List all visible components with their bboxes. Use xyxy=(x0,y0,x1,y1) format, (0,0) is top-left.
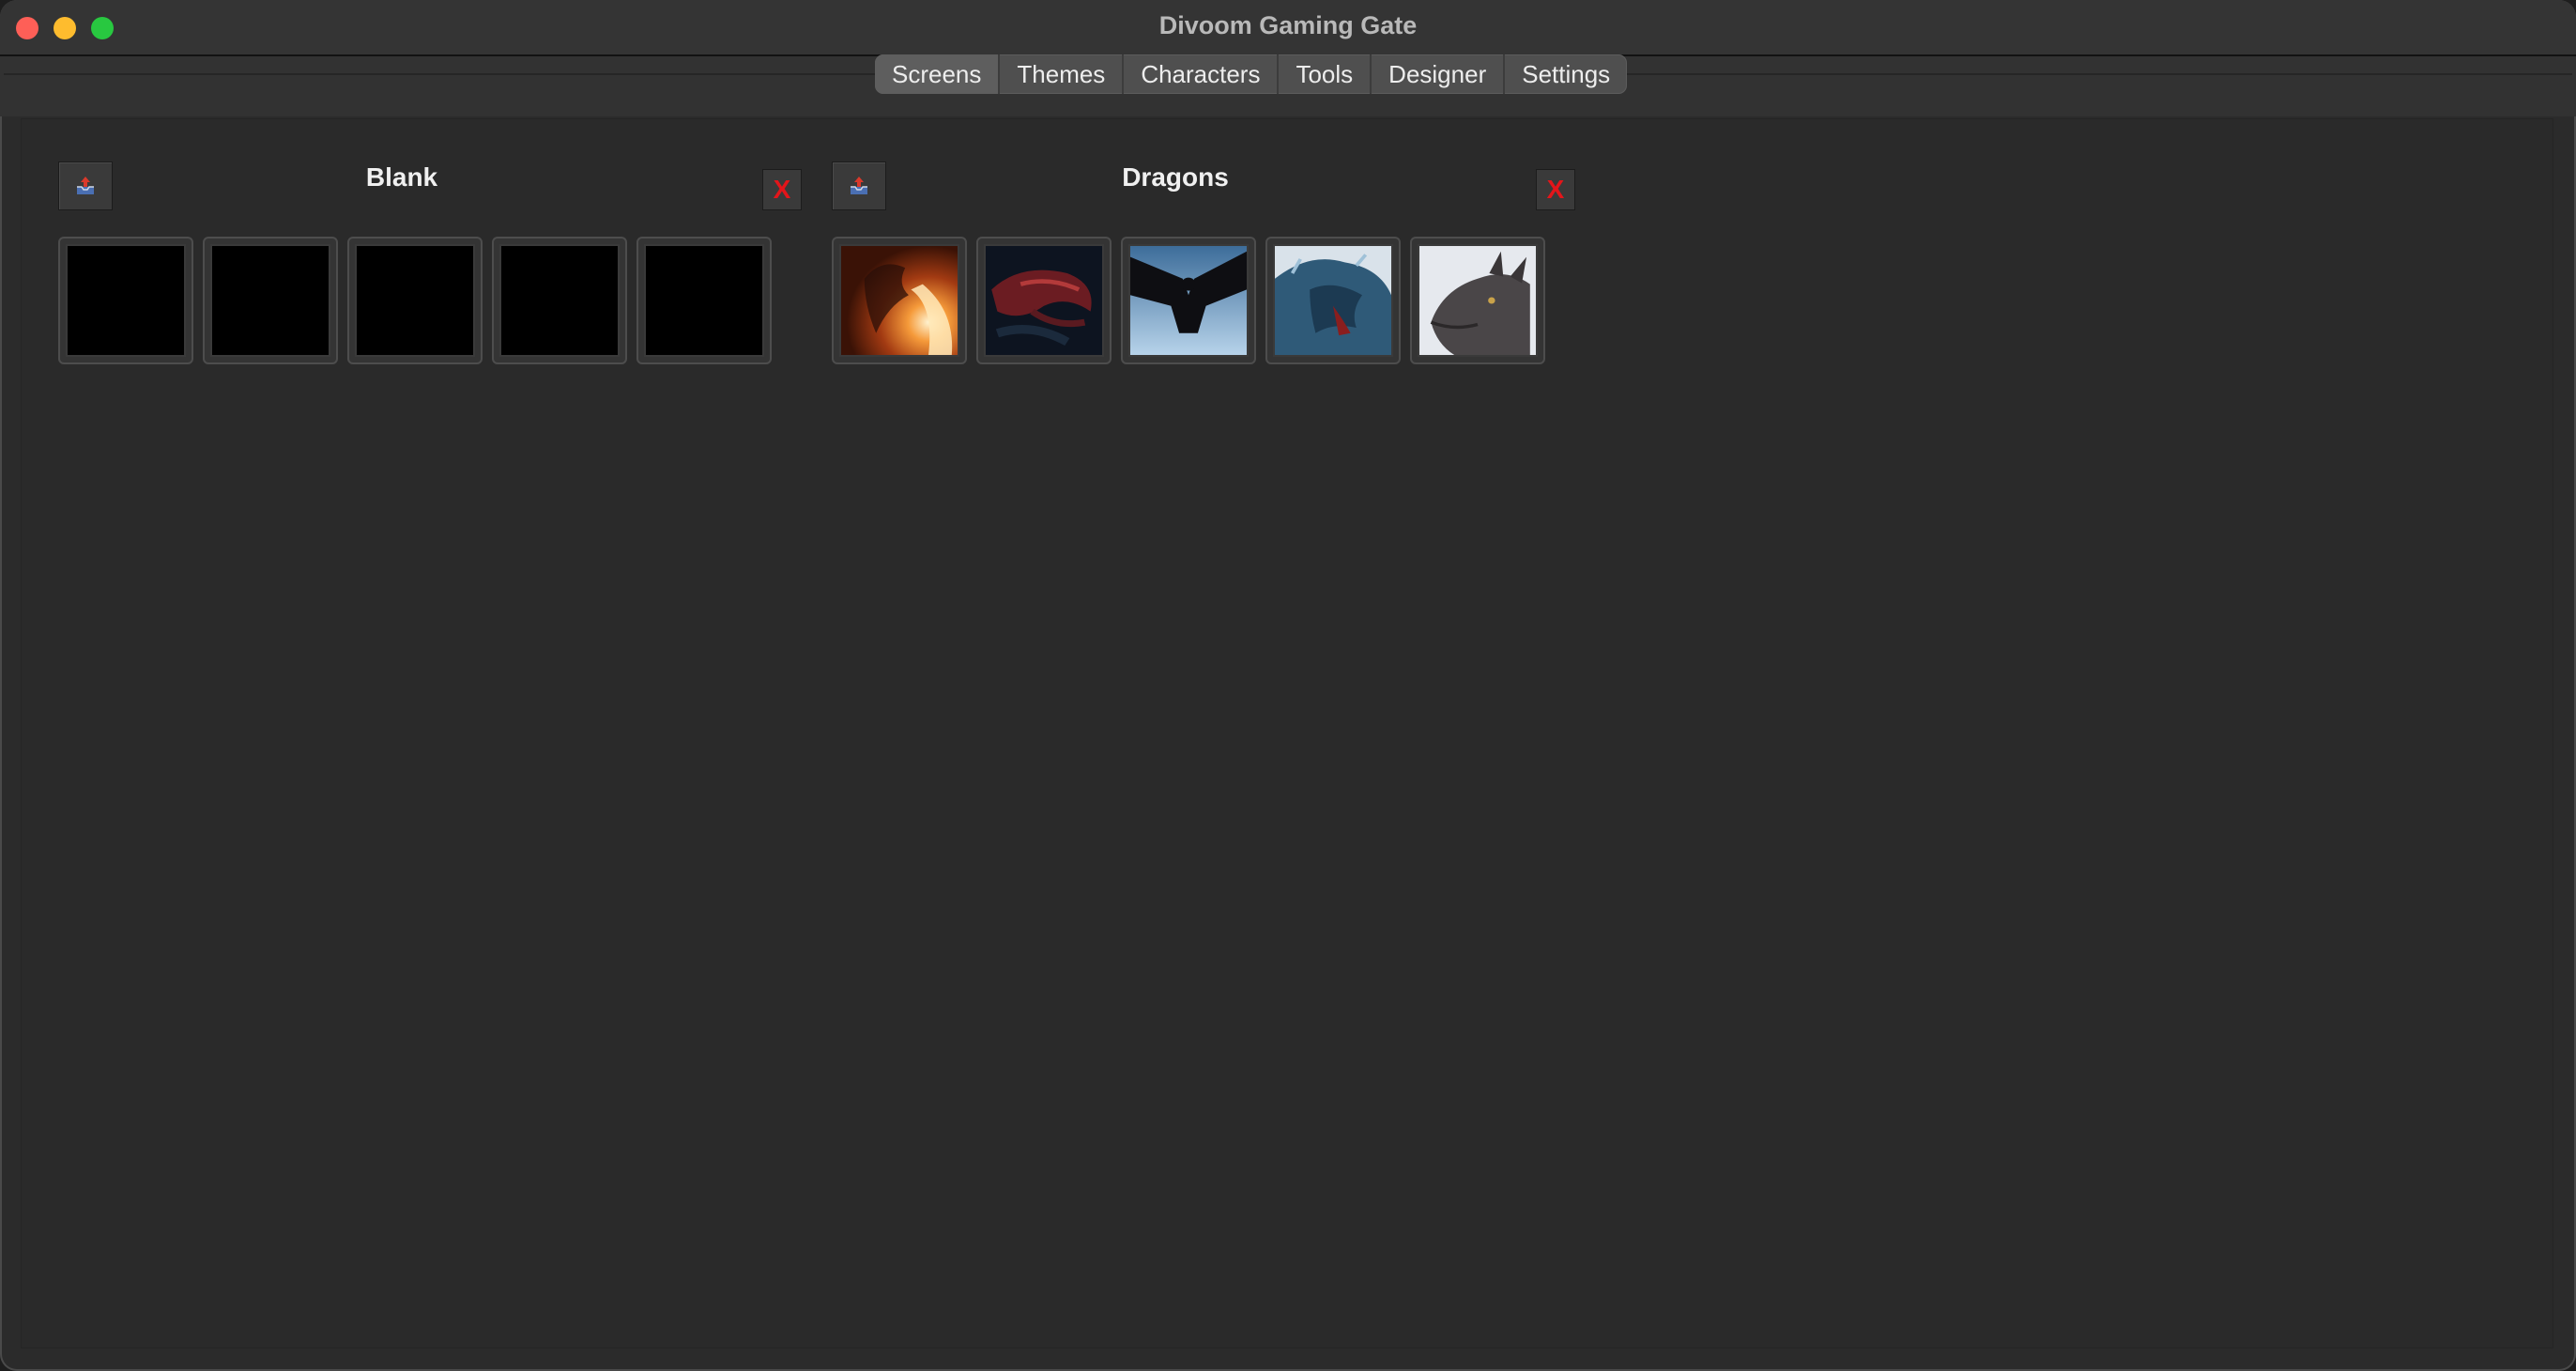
blank-screen xyxy=(499,244,620,357)
dragon-red-dark-image xyxy=(984,244,1104,357)
app-window: Divoom Gaming Gate Screens Themes Charac… xyxy=(0,0,2576,1371)
tab-designer[interactable]: Designer xyxy=(1372,54,1506,94)
tab-characters[interactable]: Characters xyxy=(1124,54,1280,94)
screen-tile[interactable] xyxy=(203,237,338,364)
blank-screen xyxy=(210,244,330,357)
tile-row xyxy=(832,237,1545,364)
dragon-blue-roar-image xyxy=(1273,244,1393,357)
tab-tools[interactable]: Tools xyxy=(1279,54,1372,94)
screen-tile[interactable] xyxy=(492,237,627,364)
blank-screen xyxy=(66,244,186,357)
screen-group-blank: Blank X xyxy=(39,162,802,368)
window-title: Divoom Gaming Gate xyxy=(1158,11,1418,39)
upload-tray-icon xyxy=(851,177,867,194)
screen-tile[interactable] xyxy=(1121,237,1256,364)
title-bar: Divoom Gaming Gate xyxy=(0,0,2576,56)
tab-bar: Screens Themes Characters Tools Designer… xyxy=(875,54,1628,94)
blank-screen xyxy=(355,244,475,357)
tab-themes[interactable]: Themes xyxy=(1000,54,1125,94)
group-title: Blank xyxy=(365,162,438,192)
screen-tile[interactable] xyxy=(347,237,483,364)
dragon-grey-head-image xyxy=(1418,244,1538,357)
screen-tile[interactable] xyxy=(976,237,1112,364)
screens-panel: Blank X Dragons X xyxy=(21,118,2553,1348)
remove-group-button[interactable]: X xyxy=(1536,169,1575,210)
tab-screens[interactable]: Screens xyxy=(875,54,1001,94)
upload-button[interactable] xyxy=(58,162,113,210)
tile-row xyxy=(58,237,772,364)
screen-group-dragons: Dragons X xyxy=(813,162,1575,368)
dragon-fire-image xyxy=(839,244,959,357)
screen-tile[interactable] xyxy=(1265,237,1401,364)
screen-tile[interactable] xyxy=(636,237,772,364)
blank-screen xyxy=(644,244,764,357)
screen-tile[interactable] xyxy=(58,237,193,364)
dragon-flying-sky-image xyxy=(1128,244,1249,357)
upload-button[interactable] xyxy=(832,162,886,210)
tab-settings[interactable]: Settings xyxy=(1505,54,1627,94)
screen-tile[interactable] xyxy=(1410,237,1545,364)
screen-tile[interactable] xyxy=(832,237,967,364)
group-title: Dragons xyxy=(1122,162,1229,192)
upload-tray-icon xyxy=(77,177,94,194)
remove-group-button[interactable]: X xyxy=(762,169,802,210)
